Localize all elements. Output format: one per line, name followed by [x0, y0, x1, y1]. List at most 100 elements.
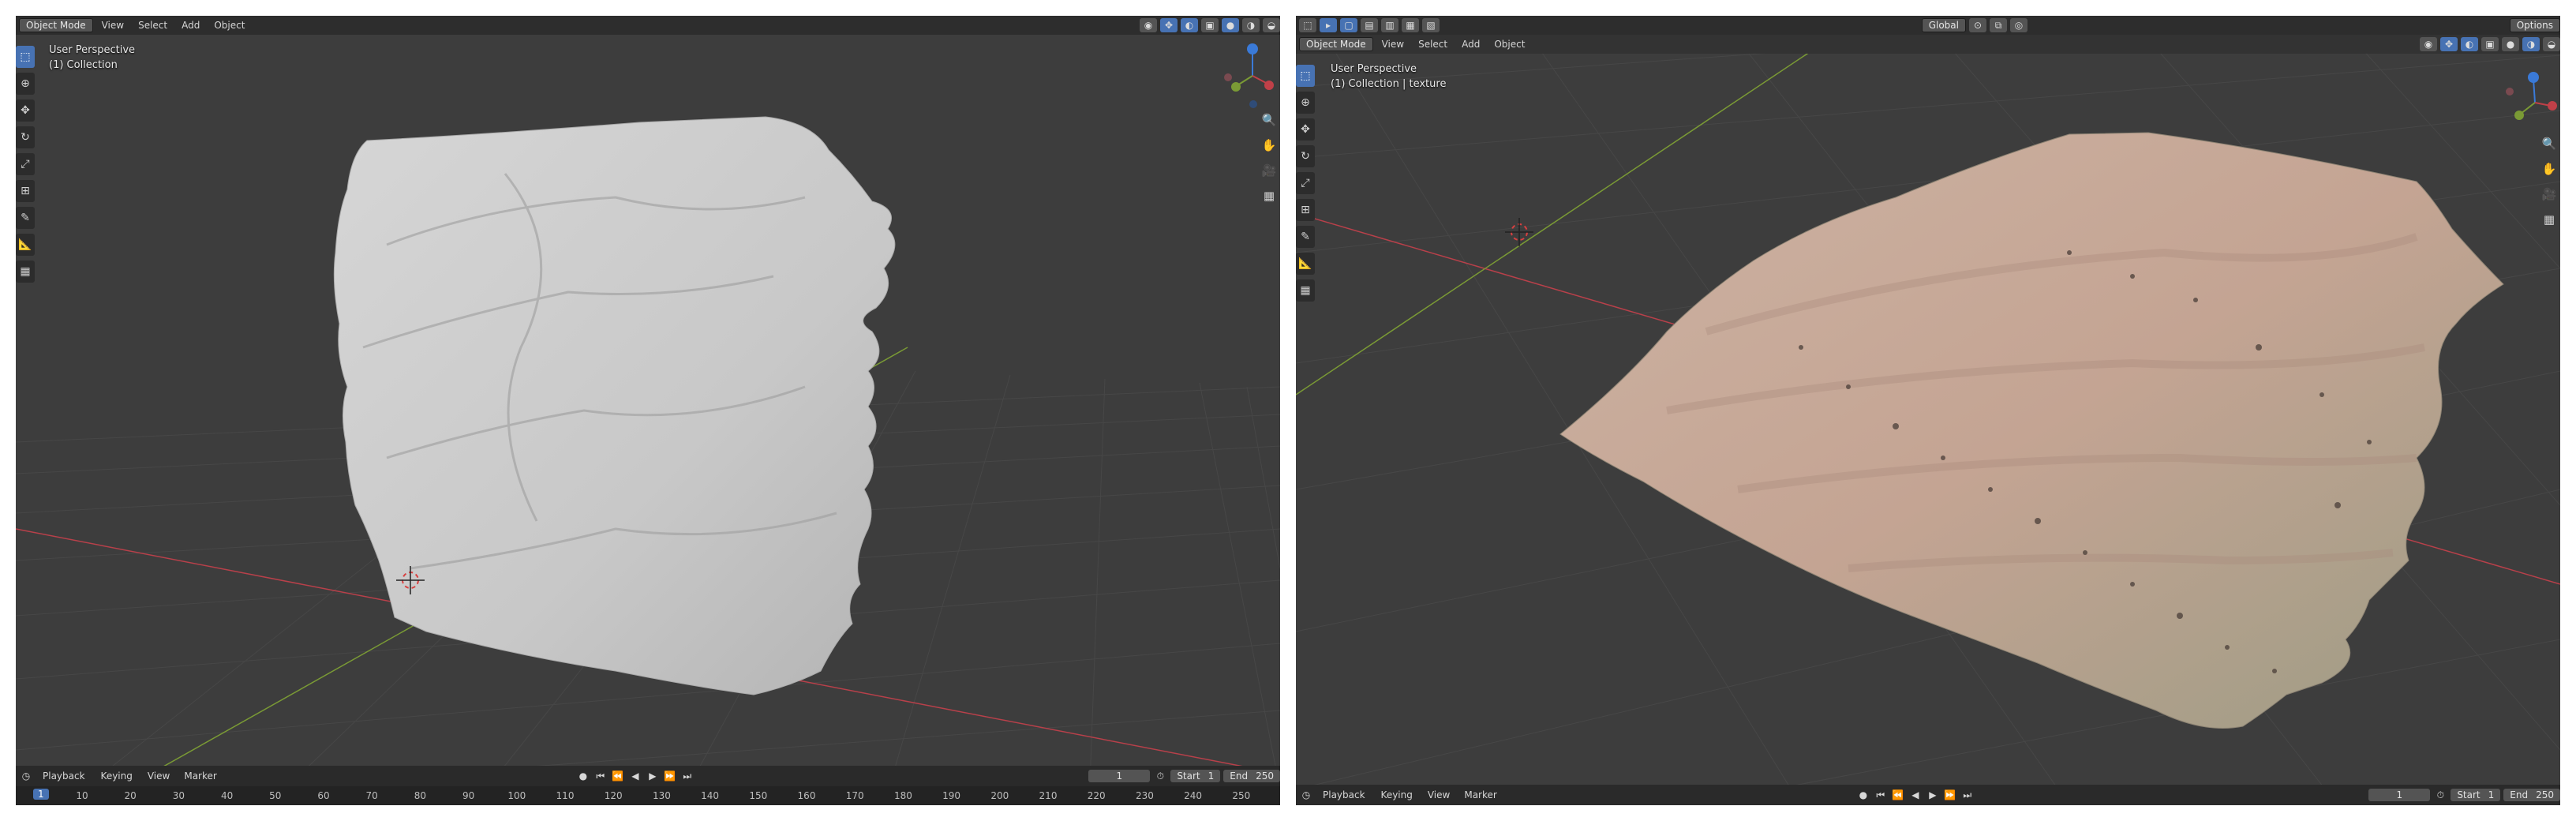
end-frame-field[interactable]: End 250 [1223, 770, 1280, 782]
ruler-tick[interactable]: 60 [317, 790, 329, 801]
next-key-icon[interactable]: ⏩ [663, 769, 677, 783]
cursor-icon[interactable]: ⊕ [1296, 92, 1315, 114]
overlay-toggle-icon[interactable]: ◐ [2461, 37, 2478, 51]
timeline-view-menu[interactable]: View [1422, 788, 1455, 802]
play-icon[interactable]: ▶ [1926, 788, 1940, 802]
play-icon[interactable]: ▶ [646, 769, 660, 783]
ruler-tick[interactable]: 110 [556, 790, 575, 801]
ruler-tick[interactable]: 240 [1184, 790, 1202, 801]
frame-ruler[interactable]: 1 10 20 30 40 50 60 70 80 90 100 110 120 130 140 150 16… [16, 786, 1280, 805]
measure-icon[interactable]: 📐 [1296, 253, 1315, 275]
annotate-icon[interactable]: ✎ [16, 207, 35, 229]
cursor-tool-icon[interactable]: ▸ [1320, 18, 1337, 32]
prev-key-icon[interactable]: ⏪ [611, 769, 625, 783]
camera-icon[interactable]: 🎥 [1260, 161, 1279, 180]
end-frame-field[interactable]: End 250 [2503, 789, 2560, 801]
render-shading-icon[interactable]: ◒ [1263, 18, 1280, 32]
playback-menu[interactable]: Playback [1316, 788, 1372, 802]
menu-add[interactable]: Add [176, 18, 205, 32]
solid-shading-icon[interactable]: ● [1222, 18, 1239, 32]
ruler-tick[interactable]: 140 [701, 790, 719, 801]
ruler-tick[interactable]: 160 [798, 790, 816, 801]
menu-view[interactable]: View [96, 18, 129, 32]
right-viewport[interactable]: ⬚ ▸ ▢ ▤ ▥ ▦ ▧ Global ⊙ ⧉ ◎ Options Objec… [1296, 16, 2560, 805]
ruler-tick[interactable]: 250 [1232, 790, 1250, 801]
scale-icon[interactable]: ⤢ [1296, 172, 1315, 194]
menu-view[interactable]: View [1376, 37, 1410, 51]
pan-hand-icon[interactable]: ✋ [2540, 159, 2559, 178]
right-3d-scene[interactable] [1296, 16, 2560, 805]
mode-subtract-icon[interactable]: ▥ [1381, 18, 1398, 32]
start-frame-field[interactable]: Start 1 [2451, 789, 2501, 801]
current-frame-field[interactable]: 1 [1088, 770, 1151, 782]
mode-extend-icon[interactable]: ▤ [1361, 18, 1378, 32]
overlay-toggle-icon[interactable]: ◐ [1181, 18, 1198, 32]
keying-menu[interactable]: Keying [95, 769, 139, 783]
ruler-tick[interactable]: 210 [1039, 790, 1058, 801]
3d-cursor[interactable] [1505, 218, 1533, 246]
material-shading-icon[interactable]: ◑ [2522, 37, 2540, 51]
snap-icon[interactable]: ⧉ [1989, 18, 2007, 32]
ruler-tick[interactable]: 100 [507, 790, 526, 801]
jump-end-icon[interactable]: ⏭ [680, 769, 695, 783]
record-icon[interactable]: ● [1856, 788, 1870, 802]
ruler-tick[interactable]: 120 [605, 790, 623, 801]
mode-dropdown[interactable]: Object Mode [1299, 37, 1373, 51]
proportional-edit-icon[interactable]: ◎ [2009, 18, 2027, 32]
mode-intersect-icon[interactable]: ▧ [1422, 18, 1440, 32]
ruler-tick[interactable]: 10 [76, 790, 88, 801]
xray-icon[interactable]: ▣ [2481, 37, 2499, 51]
zoom-icon[interactable]: 🔍 [2540, 134, 2559, 153]
ruler-tick[interactable]: 20 [125, 790, 137, 801]
scale-icon[interactable]: ⤢ [16, 153, 35, 175]
menu-object[interactable]: Object [1488, 37, 1530, 51]
play-reverse-icon[interactable]: ◀ [1908, 788, 1923, 802]
ruler-tick[interactable]: 220 [1088, 790, 1106, 801]
gizmo-toggle-icon[interactable]: ✥ [2440, 37, 2458, 51]
ruler-tick[interactable]: 230 [1136, 790, 1154, 801]
jump-start-icon[interactable]: ⏮ [1874, 788, 1888, 802]
ruler-tick[interactable]: 200 [990, 790, 1009, 801]
playback-menu[interactable]: Playback [36, 769, 92, 783]
ruler-tick[interactable]: 150 [749, 790, 767, 801]
add-cube-icon[interactable]: ▦ [1296, 279, 1315, 302]
select-tool-icon[interactable]: ⬚ [1299, 18, 1316, 32]
select-box-icon[interactable]: ⬚ [16, 46, 35, 68]
ruler-tick[interactable]: 70 [366, 790, 378, 801]
annotate-icon[interactable]: ✎ [1296, 226, 1315, 248]
ruler-tick[interactable]: 50 [269, 790, 281, 801]
zoom-icon[interactable]: 🔍 [1260, 111, 1279, 129]
mode-invert-icon[interactable]: ▦ [1402, 18, 1419, 32]
marker-menu[interactable]: Marker [178, 769, 222, 783]
orientation-dropdown[interactable]: Global [1921, 18, 1966, 32]
rotate-icon[interactable]: ↻ [1296, 145, 1315, 167]
camera-icon[interactable]: 🎥 [2540, 185, 2559, 204]
terrain-mesh-textured[interactable] [1559, 132, 2504, 729]
rotate-icon[interactable]: ↻ [16, 126, 35, 148]
ortho-grid-icon[interactable]: ▦ [2540, 210, 2559, 229]
ruler-tick[interactable]: 130 [653, 790, 671, 801]
left-3d-scene[interactable] [16, 16, 1280, 805]
ruler-tick[interactable]: 90 [462, 790, 474, 801]
terrain-mesh-clay[interactable] [333, 116, 896, 695]
pivot-icon[interactable]: ⊙ [1968, 18, 1986, 32]
menu-select[interactable]: Select [1413, 37, 1453, 51]
play-reverse-icon[interactable]: ◀ [628, 769, 642, 783]
move-icon[interactable]: ✥ [1296, 118, 1315, 141]
timeline-view-menu[interactable]: View [142, 769, 175, 783]
navigation-gizmo[interactable] [1224, 43, 1274, 108]
render-shading-icon[interactable]: ◒ [2543, 37, 2560, 51]
pan-hand-icon[interactable]: ✋ [1260, 136, 1279, 155]
move-icon[interactable]: ✥ [16, 99, 35, 122]
transform-icon[interactable]: ⊞ [1296, 199, 1315, 221]
marker-menu[interactable]: Marker [1458, 788, 1502, 802]
record-icon[interactable]: ● [576, 769, 590, 783]
keying-menu[interactable]: Keying [1375, 788, 1419, 802]
editor-type-icon[interactable]: ◷ [19, 769, 33, 783]
cursor-icon[interactable]: ⊕ [16, 73, 35, 95]
mode-new-icon[interactable]: ▢ [1340, 18, 1357, 32]
xray-icon[interactable]: ▣ [1201, 18, 1219, 32]
ruler-tick[interactable]: 40 [221, 790, 233, 801]
ruler-tick[interactable]: 180 [894, 790, 912, 801]
start-frame-field[interactable]: Start 1 [1170, 770, 1221, 782]
